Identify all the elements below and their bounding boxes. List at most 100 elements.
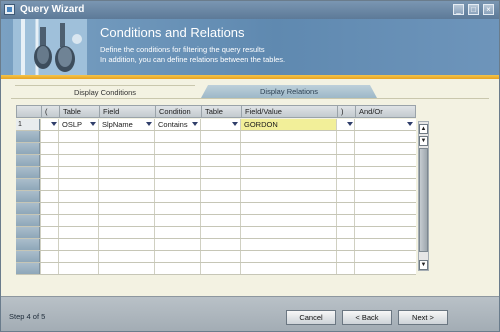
grid-cell[interactable] [354, 191, 416, 202]
row-header[interactable] [16, 179, 40, 190]
grid-cell[interactable] [200, 251, 240, 262]
grid-cell[interactable] [58, 227, 98, 238]
grid-cell[interactable] [336, 179, 354, 190]
grid-cell[interactable] [354, 215, 416, 226]
grid-cell[interactable] [336, 143, 354, 154]
grid-cell[interactable] [354, 251, 416, 262]
grid-cell[interactable] [354, 143, 416, 154]
grid-cell[interactable] [200, 179, 240, 190]
grid-cell[interactable] [240, 179, 336, 190]
grid-cell[interactable] [40, 179, 58, 190]
row-header[interactable] [16, 191, 40, 202]
grid-cell[interactable] [40, 191, 58, 202]
row-header[interactable] [16, 263, 40, 274]
grid-cell[interactable] [240, 227, 336, 238]
grid-cell[interactable] [200, 155, 240, 166]
grid-cell[interactable] [336, 227, 354, 238]
grid-cell[interactable] [58, 203, 98, 214]
row-header[interactable] [16, 215, 40, 226]
grid-cell[interactable] [154, 263, 200, 274]
grid-cell[interactable] [200, 263, 240, 274]
dropdown-arrow-icon[interactable] [90, 122, 96, 126]
grid-cell[interactable] [336, 191, 354, 202]
grid-cell[interactable] [154, 131, 200, 142]
row-header[interactable] [16, 131, 40, 142]
scroll-down-icon[interactable]: ▼ [419, 260, 428, 270]
scroll-up-icon[interactable]: ▲ [419, 124, 428, 134]
grid-cell[interactable] [154, 143, 200, 154]
grid-cell[interactable] [40, 143, 58, 154]
grid-cell[interactable] [154, 239, 200, 250]
grid-cell[interactable] [98, 179, 154, 190]
grid-cell[interactable] [200, 227, 240, 238]
open-paren-cell[interactable] [40, 119, 58, 130]
maximize-icon[interactable]: □ [468, 4, 479, 15]
grid-cell[interactable] [40, 215, 58, 226]
grid-cell[interactable] [58, 131, 98, 142]
grid-cell[interactable] [40, 239, 58, 250]
grid-cell[interactable] [154, 251, 200, 262]
table2-cell[interactable] [200, 119, 240, 130]
grid-cell[interactable] [40, 263, 58, 274]
grid-cell[interactable] [154, 155, 200, 166]
and-or-cell[interactable] [354, 119, 416, 130]
grid-cell[interactable] [336, 167, 354, 178]
condition-cell[interactable]: Contains [154, 119, 200, 130]
grid-cell[interactable] [98, 215, 154, 226]
grid-cell[interactable] [240, 215, 336, 226]
grid-cell[interactable] [200, 239, 240, 250]
grid-cell[interactable] [98, 203, 154, 214]
scroll-thumb[interactable] [419, 148, 428, 252]
row-header[interactable] [16, 155, 40, 166]
grid-cell[interactable] [40, 203, 58, 214]
grid-cell[interactable] [336, 239, 354, 250]
grid-cell[interactable] [240, 263, 336, 274]
grid-cell[interactable] [58, 263, 98, 274]
grid-cell[interactable] [40, 227, 58, 238]
grid-cell[interactable] [98, 191, 154, 202]
minimize-icon[interactable]: _ [453, 4, 464, 15]
grid-cell[interactable] [200, 143, 240, 154]
field-cell[interactable]: SlpName [98, 119, 154, 130]
tab-display-conditions[interactable]: Display Conditions [15, 85, 195, 99]
grid-cell[interactable] [240, 143, 336, 154]
dropdown-arrow-icon[interactable] [407, 122, 413, 126]
grid-scrollbar[interactable]: ▲ ▼ ▼ [418, 121, 429, 271]
grid-cell[interactable] [240, 155, 336, 166]
grid-cell[interactable] [98, 263, 154, 274]
dropdown-arrow-icon[interactable] [232, 122, 238, 126]
grid-cell[interactable] [58, 239, 98, 250]
dropdown-arrow-icon[interactable] [146, 122, 152, 126]
grid-cell[interactable] [240, 131, 336, 142]
grid-cell[interactable] [354, 239, 416, 250]
grid-cell[interactable] [154, 215, 200, 226]
grid-cell[interactable] [58, 215, 98, 226]
grid-cell[interactable] [98, 167, 154, 178]
grid-cell[interactable] [40, 167, 58, 178]
cancel-button[interactable]: Cancel [286, 310, 336, 325]
next-button[interactable]: Next > [398, 310, 448, 325]
row-header[interactable] [16, 251, 40, 262]
grid-cell[interactable] [240, 191, 336, 202]
grid-cell[interactable] [354, 203, 416, 214]
grid-cell[interactable] [98, 239, 154, 250]
row-header[interactable] [16, 203, 40, 214]
scroll-down-icon[interactable]: ▼ [419, 136, 428, 146]
tab-display-relations[interactable]: Display Relations [201, 85, 377, 98]
grid-cell[interactable] [336, 251, 354, 262]
grid-cell[interactable] [154, 227, 200, 238]
grid-cell[interactable] [154, 167, 200, 178]
grid-cell[interactable] [336, 263, 354, 274]
grid-cell[interactable] [200, 215, 240, 226]
row-header[interactable] [16, 167, 40, 178]
grid-cell[interactable] [354, 131, 416, 142]
row-header[interactable] [16, 239, 40, 250]
close-paren-cell[interactable] [336, 119, 354, 130]
grid-cell[interactable] [240, 251, 336, 262]
grid-cell[interactable] [98, 155, 154, 166]
grid-cell[interactable] [240, 203, 336, 214]
grid-cell[interactable] [200, 203, 240, 214]
grid-cell[interactable] [98, 251, 154, 262]
field-value-input[interactable]: GORDON [240, 119, 336, 130]
grid-cell[interactable] [354, 155, 416, 166]
